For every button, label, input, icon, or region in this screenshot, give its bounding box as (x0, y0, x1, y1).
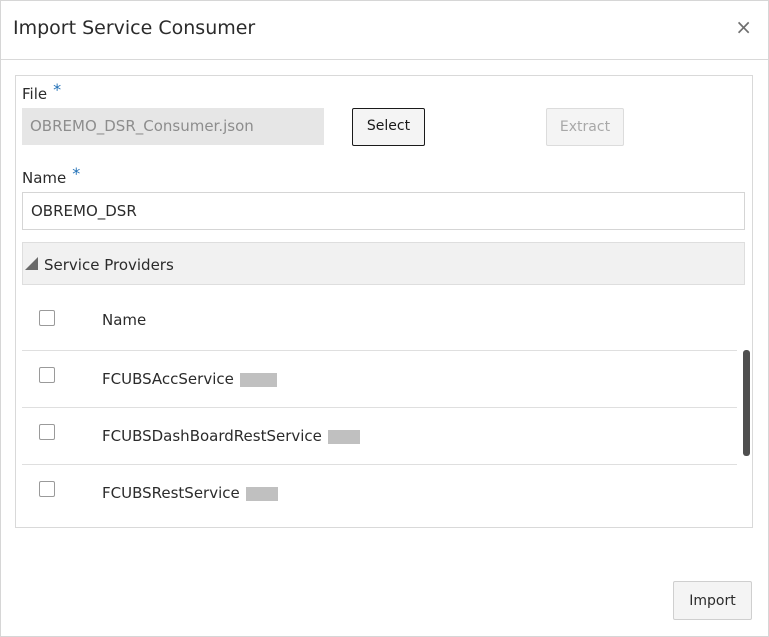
select-all-checkbox[interactable] (39, 310, 55, 326)
table-row[interactable]: FCUBSRestService (22, 464, 737, 521)
file-label-text: File (22, 85, 48, 103)
table-row[interactable]: FCUBSDashBoardRestService (22, 407, 737, 465)
name-column-header: Name (102, 311, 147, 329)
table-header-row: Name (22, 291, 737, 351)
extract-button[interactable]: Extract (546, 108, 624, 146)
collapse-triangle-icon[interactable] (25, 257, 38, 270)
dialog-title: Import Service Consumer (13, 17, 256, 39)
redacted-block (327, 429, 360, 444)
form-panel: File * OBREMO_DSR_Consumer.json Select Ex… (15, 75, 753, 528)
import-service-consumer-dialog: Import Service Consumer × File * OBREMO_D… (0, 0, 769, 637)
provider-name: FCUBSDashBoardRestService (102, 427, 322, 445)
redacted-block (245, 486, 278, 501)
provider-name: FCUBSRestService (102, 484, 240, 502)
name-label: Name * (22, 164, 80, 187)
table-row[interactable]: FCUBSAccService (22, 350, 737, 408)
service-providers-title: Service Providers (44, 256, 174, 274)
list-scrollbar[interactable] (743, 350, 750, 456)
file-label: File * (22, 80, 61, 103)
import-button[interactable]: Import (673, 581, 752, 620)
name-label-text: Name (22, 169, 67, 187)
provider-name-cell: FCUBSRestService (102, 484, 278, 502)
name-input[interactable]: OBREMO_DSR (22, 192, 745, 230)
service-providers-header[interactable]: Service Providers (22, 242, 745, 285)
dialog-header: Import Service Consumer × (1, 1, 768, 60)
file-input[interactable]: OBREMO_DSR_Consumer.json (22, 108, 324, 145)
row-checkbox[interactable] (39, 424, 55, 440)
service-providers-table: Name FCUBSAccService FCUBSDashBoardRestS… (22, 291, 750, 521)
provider-name-cell: FCUBSDashBoardRestService (102, 427, 360, 445)
provider-name-cell: FCUBSAccService (102, 370, 277, 388)
close-icon[interactable]: × (735, 15, 752, 39)
name-required-icon: * (72, 164, 81, 183)
file-required-icon: * (53, 80, 62, 99)
redacted-block (239, 372, 277, 387)
provider-name: FCUBSAccService (102, 370, 234, 388)
select-button[interactable]: Select (352, 108, 425, 146)
row-checkbox[interactable] (39, 481, 55, 497)
row-checkbox[interactable] (39, 367, 55, 383)
